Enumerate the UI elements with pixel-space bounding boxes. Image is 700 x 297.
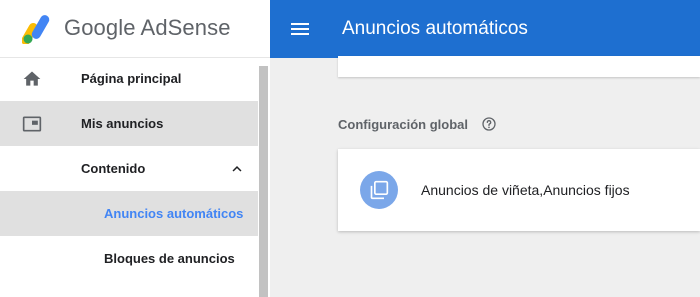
sidebar-item-label: Página principal xyxy=(81,71,182,86)
sidebar-scrollbar[interactable] xyxy=(259,66,268,297)
card-summary-text: Anuncios de viñeta,Anuncios fijos xyxy=(421,182,630,198)
copy-icon xyxy=(370,180,389,200)
sidebar: Google AdSense Página principal Mis anun… xyxy=(0,0,270,297)
previous-card xyxy=(338,56,700,77)
sidebar-item-label: Mis anuncios xyxy=(81,116,164,131)
card-icon-badge xyxy=(360,171,398,209)
help-circle-icon[interactable] xyxy=(481,116,497,132)
brand-header[interactable]: Google AdSense xyxy=(0,0,270,58)
top-app-bar: Anuncios automáticos xyxy=(270,0,700,58)
sidebar-item-my-ads[interactable]: Mis anuncios xyxy=(0,101,258,146)
sidebar-item-home[interactable]: Página principal xyxy=(0,56,258,101)
sidebar-item-label: Contenido xyxy=(81,161,146,176)
sidebar-item-label: Anuncios automáticos xyxy=(104,206,244,221)
sidebar-item-content[interactable]: Contenido xyxy=(0,146,258,191)
chevron-up-icon[interactable] xyxy=(228,160,246,178)
page-title: Anuncios automáticos xyxy=(342,18,528,39)
sidebar-item-auto-ads[interactable]: Anuncios automáticos xyxy=(0,191,258,236)
brand-name: Google AdSense xyxy=(64,15,231,40)
menu-icon[interactable] xyxy=(288,17,312,41)
sidebar-item-label: Bloques de anuncios xyxy=(104,251,235,266)
global-settings-card[interactable]: Anuncios de viñeta,Anuncios fijos xyxy=(338,149,700,231)
home-icon xyxy=(23,71,41,86)
section-title: Configuración global xyxy=(338,117,468,132)
adsense-logo-icon xyxy=(22,15,50,44)
ads-icon xyxy=(22,116,42,132)
sidebar-item-ad-units[interactable]: Bloques de anuncios xyxy=(0,236,258,281)
